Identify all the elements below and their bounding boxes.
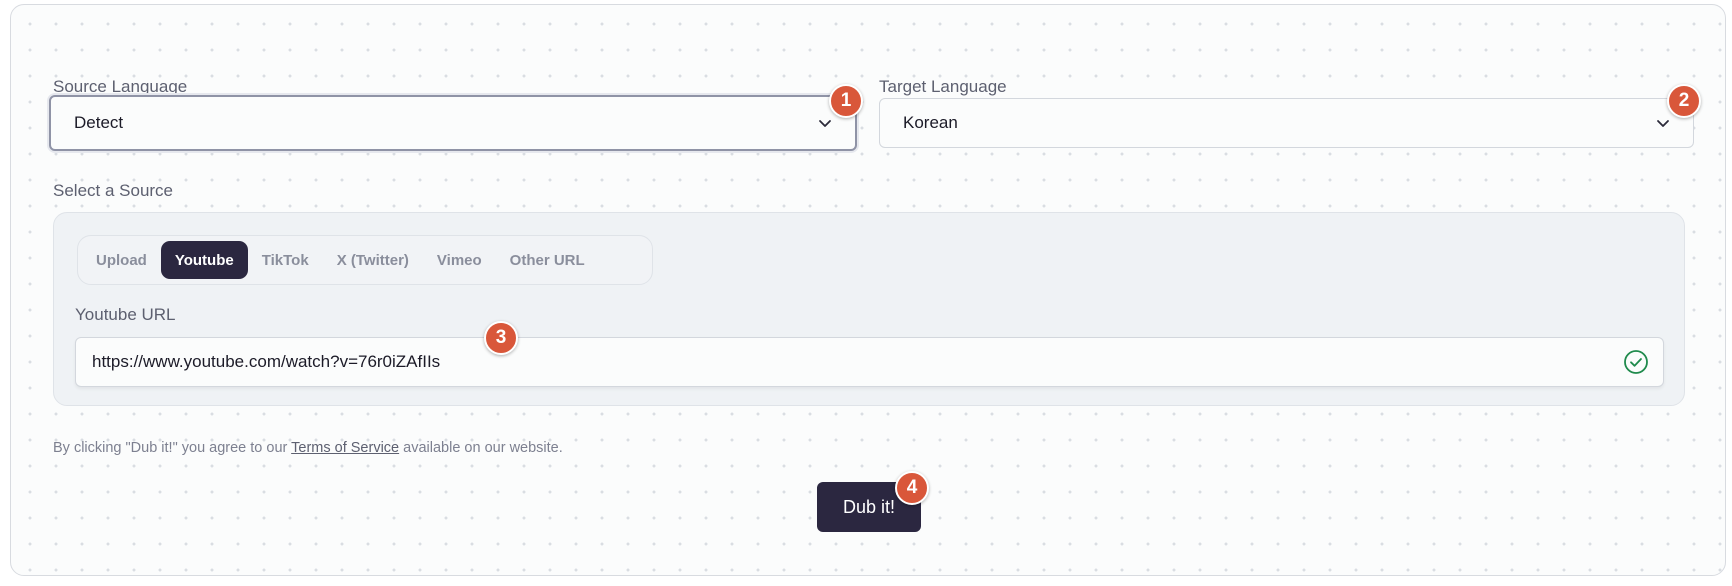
- select-source-label: Select a Source: [53, 181, 174, 200]
- chevron-down-icon: [1657, 120, 1669, 127]
- step-badge-3: 3: [484, 321, 518, 355]
- source-language-select[interactable]: Detect: [49, 95, 857, 151]
- terms-notice: By clicking "Dub it!" you agree to our T…: [53, 440, 563, 456]
- youtube-url-input[interactable]: https://www.youtube.com/watch?v=76r0iZAf…: [75, 337, 1664, 387]
- source-language-label: Source Language: [53, 77, 188, 96]
- youtube-url-value: https://www.youtube.com/watch?v=76r0iZAf…: [92, 352, 441, 371]
- target-language-value: Korean: [903, 113, 958, 132]
- tab-x-twitter[interactable]: X (Twitter): [323, 241, 423, 279]
- step-badge-4: 4: [895, 471, 929, 505]
- target-language-select[interactable]: Korean: [879, 98, 1694, 148]
- terms-prefix: By clicking "Dub it!" you agree to our: [53, 440, 288, 456]
- source-panel: Upload Youtube TikTok X (Twitter) Vimeo …: [53, 212, 1685, 406]
- tab-youtube[interactable]: Youtube: [160, 241, 248, 279]
- terms-of-service-link[interactable]: Terms of Service: [291, 440, 399, 456]
- tab-vimeo[interactable]: Vimeo: [423, 241, 496, 279]
- check-circle-icon: [1624, 350, 1648, 374]
- dub-form-card: Source Language Detect 1 Target Language…: [10, 4, 1726, 576]
- youtube-url-label: Youtube URL: [75, 305, 176, 324]
- tab-tiktok[interactable]: TikTok: [248, 241, 323, 279]
- chevron-down-icon: [819, 120, 831, 127]
- tab-other-url[interactable]: Other URL: [496, 241, 599, 279]
- step-badge-1: 1: [829, 84, 863, 118]
- tab-upload[interactable]: Upload: [82, 241, 161, 279]
- terms-suffix: available on our website.: [403, 440, 563, 456]
- source-tabs: Upload Youtube TikTok X (Twitter) Vimeo …: [77, 235, 653, 285]
- step-badge-2: 2: [1667, 84, 1701, 118]
- source-language-value: Detect: [74, 113, 124, 132]
- target-language-label: Target Language: [879, 77, 1007, 96]
